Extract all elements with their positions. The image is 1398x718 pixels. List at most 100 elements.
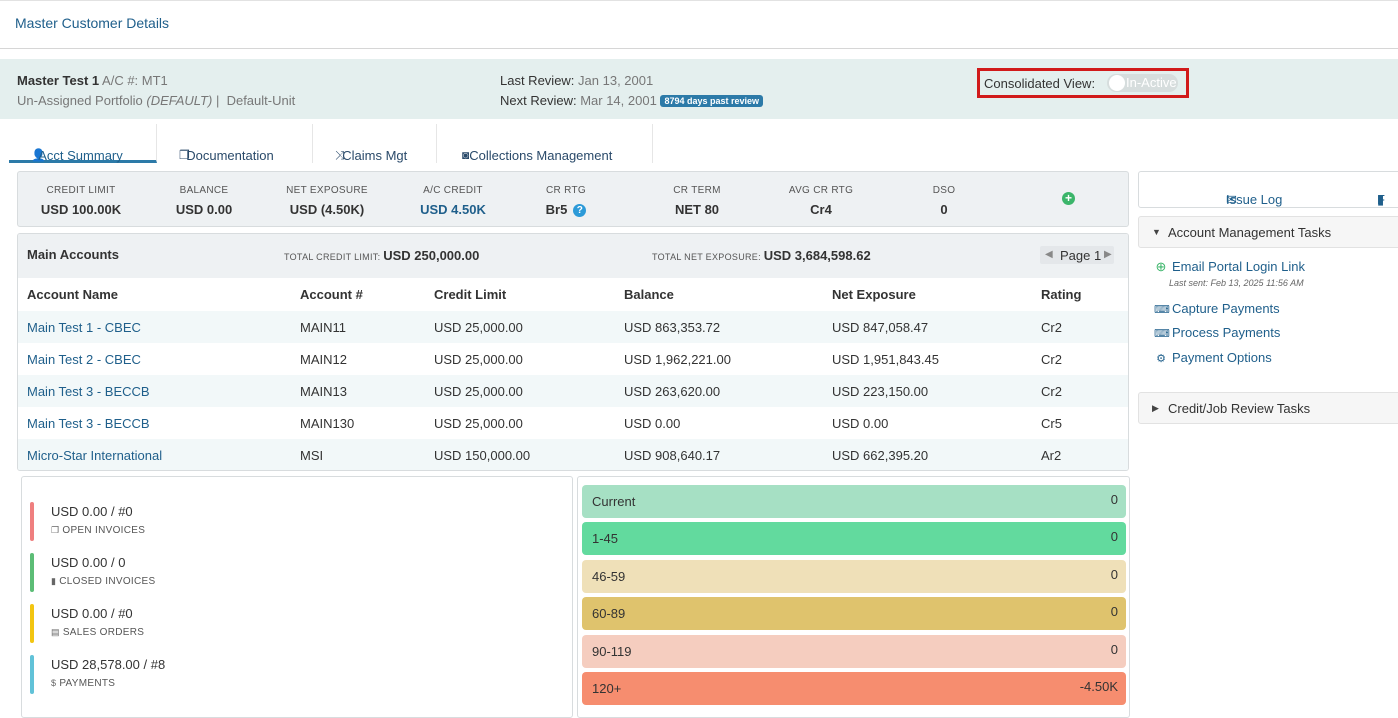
right-tab-bar: ✉ Issue Log ▮ F — [1138, 171, 1398, 208]
tab-label: Claims Mgt — [342, 148, 408, 163]
col-credit-limit[interactable]: Credit Limit — [425, 278, 615, 311]
tab-claims-mgt[interactable]: ⤨ Claims Mgt — [313, 124, 437, 163]
stat-sales-orders[interactable]: USD 0.00 / #0 ▤ SALES ORDERS — [30, 604, 330, 643]
bag-icon: ◙ — [462, 148, 470, 162]
summary-dso: DSO 0 — [924, 185, 964, 217]
summary-ac-credit: A/C CREDIT USD 4.50K — [412, 185, 494, 217]
aging-bucket-1-45[interactable]: 1-45 0 — [582, 522, 1126, 555]
summary-credit-limit: CREDIT LIMIT USD 100.00K — [38, 185, 124, 217]
aging-bucket-90-119[interactable]: 90-119 0 — [582, 635, 1126, 668]
plus-circle-icon: ⊕ — [1155, 259, 1167, 274]
credit-review-title: Credit/Job Review Tasks — [1168, 401, 1311, 416]
portfolio-default: (DEFAULT) — [146, 93, 213, 108]
summary-value: USD (4.50K) — [289, 202, 365, 217]
tab-label: Collections Management — [469, 148, 613, 163]
summary-value[interactable]: USD 4.50K — [412, 202, 494, 217]
account-name-link[interactable]: Micro-Star International — [18, 439, 291, 470]
email-portal-login-link[interactable]: ⊕ Email Portal Login Link — [1154, 259, 1305, 275]
balance: USD 863,353.72 — [615, 311, 823, 343]
account-summary-strip: CREDIT LIMIT USD 100.00K BALANCE USD 0.0… — [17, 171, 1129, 227]
stat-color-bar — [30, 604, 34, 643]
net-exposure: USD 223,150.00 — [823, 375, 1032, 407]
tab-label: Documentation — [186, 148, 274, 163]
second-tab-label: F — [1377, 192, 1385, 207]
unit: Default-Unit — [226, 93, 296, 108]
keyboard-icon: ⌨ — [1154, 304, 1170, 316]
last-review-date: Jan 13, 2001 — [578, 73, 654, 88]
aging-bucket-46-59[interactable]: 46-59 0 — [582, 560, 1126, 593]
col-account-number[interactable]: Account # — [291, 278, 425, 311]
summary-label: AVG CR RTG — [788, 185, 854, 196]
summary-label: A/C CREDIT — [423, 185, 483, 196]
credit-job-review-tasks-header[interactable]: ▶ Credit/Job Review Tasks — [1138, 392, 1398, 424]
stat-payments[interactable]: USD 28,578.00 / #8 $ PAYMENTS — [30, 655, 330, 694]
summary-label: NET EXPOSURE — [286, 185, 368, 196]
past-review-badge: 8794 days past review — [660, 95, 763, 107]
balance: USD 908,640.17 — [615, 439, 823, 470]
col-balance[interactable]: Balance — [615, 278, 823, 311]
question-icon[interactable]: ? — [573, 204, 587, 217]
invoice-stats-panel: USD 0.00 / #0 ❐ OPEN INVOICES USD 0.00 / … — [21, 476, 573, 718]
total-net-exposure: TOTAL NET EXPOSURE: USD 3,684,598.62 — [652, 248, 871, 263]
tab-acct-summary[interactable]: 👤 Acct Summary — [9, 124, 157, 163]
col-account-name[interactable]: Account Name — [18, 278, 291, 311]
account-number: MAIN13 — [291, 375, 425, 407]
stat-label: OPEN INVOICES — [62, 525, 146, 536]
aging-panel: Current 0 1-45 0 46-59 0 60-89 0 90-119 … — [577, 476, 1130, 718]
aging-bucket-current[interactable]: Current 0 — [582, 485, 1126, 518]
account-number: A/C #: MT1 — [102, 73, 168, 88]
stat-label: CLOSED INVOICES — [59, 576, 156, 587]
account-name-link[interactable]: Main Test 3 - BECCB — [18, 375, 291, 407]
total-credit-value: USD 250,000.00 — [383, 248, 480, 263]
stat-closed-invoices[interactable]: USD 0.00 / 0 ▮ CLOSED INVOICES — [30, 553, 330, 592]
account-name-link[interactable]: Main Test 2 - CBEC — [18, 343, 291, 375]
summary-label: CR RTG — [546, 185, 586, 196]
credit-limit: USD 25,000.00 — [425, 375, 615, 407]
account-name-link[interactable]: Main Test 1 - CBEC — [18, 311, 291, 343]
stat-open-invoices[interactable]: USD 0.00 / #0 ❐ OPEN INVOICES — [30, 502, 330, 541]
keyboard-icon: ⌨ — [1154, 328, 1170, 340]
net-exposure: USD 662,395.20 — [823, 439, 1032, 470]
stat-label: SALES ORDERS — [62, 627, 145, 638]
account-management-tasks-header[interactable]: ▼ Account Management Tasks — [1138, 216, 1398, 248]
tab-collections-management[interactable]: ◙ Collections Management — [437, 124, 653, 163]
account-tasks-title: Account Management Tasks — [1168, 225, 1332, 240]
account-number: MAIN11 — [291, 311, 425, 343]
summary-cr-rtg: CR RTG Br5? — [536, 185, 596, 217]
next-page-icon[interactable]: ▶ — [1104, 249, 1112, 260]
next-review-date: Mar 14, 2001 — [580, 93, 657, 108]
stat-color-bar — [30, 553, 34, 592]
table-row: Main Test 3 - BECCB MAIN130 USD 25,000.0… — [18, 407, 1128, 439]
prev-page-icon[interactable]: ◀ — [1045, 249, 1053, 260]
stat-value: USD 0.00 / #0 — [51, 606, 133, 621]
stat-label: PAYMENTS — [59, 678, 116, 689]
net-exposure: USD 0.00 — [832, 415, 889, 431]
page-label: Page 1 — [1060, 248, 1102, 263]
process-payments-link[interactable]: ⌨ Process Payments — [1154, 325, 1280, 340]
customer-line: Master Test 1 A/C #: MT1 — [17, 73, 168, 88]
portfolio: Un-Assigned Portfolio — [17, 93, 143, 108]
account-number: MSI — [291, 439, 425, 470]
aging-bucket-120-plus[interactable]: 120+ -4.50K — [582, 672, 1126, 705]
last-sent-note: Last sent: Feb 13, 2025 11:56 AM — [1169, 278, 1304, 288]
last-review-label: Last Review: — [500, 73, 575, 88]
balance: USD 263,620.00 — [615, 375, 823, 407]
summary-value: USD 0.00 — [175, 202, 233, 217]
add-icon[interactable]: + — [1062, 192, 1075, 205]
payment-options-link[interactable]: ⚙ Payment Options — [1154, 350, 1272, 365]
main-accounts-table: Account Name Account # Credit Limit Bala… — [18, 278, 1128, 470]
copy-icon: ❐ — [51, 525, 60, 535]
credit-limit: USD 25,000.00 — [434, 415, 523, 431]
account-name-link[interactable]: Main Test 3 - BECCB — [18, 407, 291, 439]
aging-bucket-60-89[interactable]: 60-89 0 — [582, 597, 1126, 630]
caret-down-icon: ▼ — [1152, 227, 1161, 237]
total-credit-limit: TOTAL CREDIT LIMIT: USD 250,000.00 — [284, 248, 479, 263]
tab-documentation[interactable]: ❐ Documentation — [157, 124, 313, 163]
col-net-exposure[interactable]: Net Exposure — [823, 278, 1032, 311]
capture-payments-link[interactable]: ⌨ Capture Payments — [1154, 301, 1280, 316]
net-exposure: USD 1,951,843.45 — [832, 351, 939, 367]
consolidated-toggle[interactable]: In-Active — [1107, 74, 1178, 92]
toggle-knob — [1109, 75, 1125, 91]
file-lines-icon: ▤ — [51, 627, 60, 637]
col-rating[interactable]: Rating — [1032, 278, 1128, 311]
